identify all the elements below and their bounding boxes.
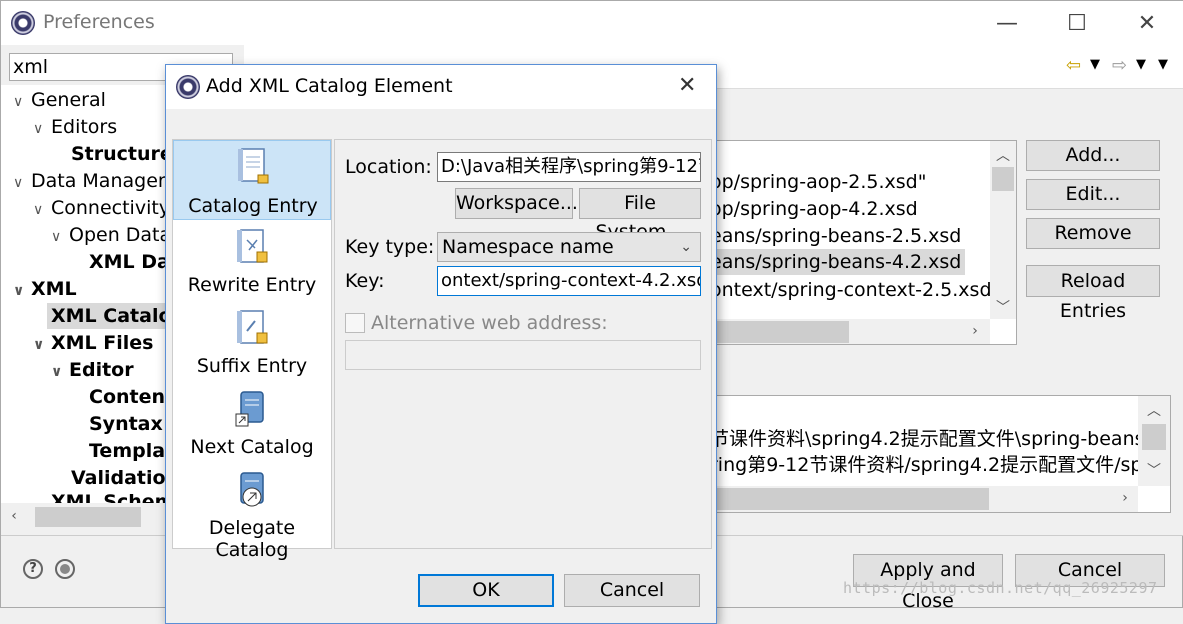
tree-item-editors[interactable]: ∨ Editors xyxy=(33,116,117,138)
tree-item-data-management[interactable]: ∨ Data Managem xyxy=(13,170,176,192)
title-bar: Preferences — ☐ ✕ xyxy=(1,1,1183,45)
list-item[interactable]: op/spring-aop-2.5.xsd" xyxy=(710,171,926,193)
next-catalog-icon xyxy=(235,391,264,427)
workspace-button[interactable]: Workspace... xyxy=(455,188,578,219)
location-label: Location: xyxy=(345,156,432,178)
palette-label: Rewrite Entry xyxy=(187,274,317,296)
back-icon[interactable]: ⇦ xyxy=(1066,55,1081,76)
palette-label: Catalog Entry xyxy=(188,195,318,217)
eclipse-icon xyxy=(11,11,35,35)
minimize-button[interactable]: — xyxy=(984,9,1030,39)
close-button[interactable]: ✕ xyxy=(1124,9,1170,39)
forward-menu-icon[interactable]: ▼ xyxy=(1136,57,1146,72)
palette-item-catalog-entry[interactable]: Catalog Entry xyxy=(173,140,331,220)
scroll-right-icon[interactable]: › xyxy=(1116,490,1134,506)
location-field[interactable]: D:\Java相关程序\spring第9-12节课件资料\spring4.2提示… xyxy=(437,152,701,182)
chevron-down-icon[interactable]: ∨ xyxy=(51,364,69,380)
catalog-entries-list[interactable]: op/spring-aop-2.5.xsd" op/spring-aop-4.2… xyxy=(701,140,1017,345)
palette-label: Suffix Entry xyxy=(196,355,308,377)
list-item[interactable]: op/spring-aop-4.2.xsd xyxy=(710,198,918,220)
palette-label: Delegate Catalog xyxy=(208,517,296,561)
help-icon[interactable]: ? xyxy=(23,559,43,579)
chevron-down-icon[interactable]: ∨ xyxy=(33,202,51,218)
scroll-thumb[interactable] xyxy=(992,167,1014,191)
tree-item-xml[interactable]: ∨ XML xyxy=(13,278,77,300)
ok-button[interactable]: OK xyxy=(418,574,554,607)
scroll-thumb[interactable] xyxy=(714,321,849,343)
scroll-thumb[interactable] xyxy=(1142,424,1166,450)
chevron-down-icon[interactable]: ∨ xyxy=(51,229,69,245)
palette-label: Next Catalog xyxy=(190,436,314,458)
chevron-down-icon[interactable]: ∨ xyxy=(13,283,31,299)
tree-item-connectivity[interactable]: ∨ Connectivity xyxy=(33,197,170,219)
chevron-down-icon[interactable]: ∨ xyxy=(13,94,31,110)
add-xml-catalog-element-dialog: Add XML Catalog Element ✕ Catalog Entry … xyxy=(165,64,717,624)
scroll-thumb[interactable] xyxy=(35,507,141,527)
scroll-down-icon[interactable]: ﹀ xyxy=(1145,460,1163,480)
alternative-web-address-label: Alternative web address: xyxy=(371,312,608,334)
scroll-thumb[interactable] xyxy=(714,488,989,510)
view-menu-icon[interactable]: ▼ xyxy=(1158,57,1168,72)
rewrite-entry-icon xyxy=(237,229,268,263)
details-line: 节课件资料\spring4.2提示配置文件\spring-beans-4 xyxy=(710,428,1164,450)
details-vscrollbar[interactable]: ︿ ﹀ xyxy=(1138,396,1170,486)
key-field[interactable]: ontext/spring-context-4.2.xsd xyxy=(437,266,701,296)
reload-entries-button[interactable]: Reload Entries xyxy=(1026,265,1160,322)
chevron-down-icon[interactable]: ∨ xyxy=(33,121,51,137)
dialog-cancel-button[interactable]: Cancel xyxy=(564,574,700,607)
palette-item-delegate-catalog[interactable]: Delegate Catalog xyxy=(173,465,331,561)
maximize-button[interactable]: ☐ xyxy=(1054,9,1100,39)
tree-item-validation[interactable]: Validation xyxy=(71,467,179,489)
forward-icon[interactable]: ⇨ xyxy=(1112,55,1127,76)
tree-item-open-data[interactable]: ∨ Open Data xyxy=(51,224,171,246)
scroll-up-icon[interactable]: ︿ xyxy=(994,145,1012,165)
remove-button[interactable]: Remove xyxy=(1026,218,1160,249)
list-item[interactable]: ontext/spring-context-2.5.xsd xyxy=(710,279,992,301)
alternative-web-address-field xyxy=(345,340,701,370)
list-item[interactable]: eans/spring-beans-2.5.xsd xyxy=(710,225,961,247)
palette-item-suffix-entry[interactable]: Suffix Entry xyxy=(173,303,331,383)
tree-item-xml-files[interactable]: ∨ XML Files xyxy=(33,332,153,354)
dialog-title-bar: Add XML Catalog Element ✕ xyxy=(166,65,716,109)
list-hscrollbar[interactable]: › xyxy=(702,319,990,344)
dialog-close-icon[interactable]: ✕ xyxy=(678,73,696,98)
element-type-palette: Catalog Entry Rewrite Entry Suffix Entry xyxy=(172,139,332,561)
alternative-web-address-checkbox[interactable] xyxy=(345,313,365,333)
suffix-entry-icon xyxy=(237,310,268,344)
chevron-down-icon[interactable]: ∨ xyxy=(33,337,51,353)
key-label: Key: xyxy=(345,270,385,292)
catalog-entry-icon xyxy=(238,148,269,184)
details-box[interactable]: 节课件资料\spring4.2提示配置文件\spring-beans-4 rin… xyxy=(701,395,1171,513)
scroll-up-icon[interactable]: ︿ xyxy=(1145,400,1163,420)
window-title: Preferences xyxy=(43,11,155,33)
file-system-button[interactable]: File System... xyxy=(579,188,701,243)
eclipse-icon xyxy=(176,75,200,99)
edit-button[interactable]: Edit... xyxy=(1026,179,1160,210)
entry-form: Location: D:\Java相关程序\spring第9-12节课件资料\s… xyxy=(334,139,712,549)
scroll-right-icon[interactable]: › xyxy=(966,323,984,339)
palette-item-next-catalog[interactable]: Next Catalog xyxy=(173,384,331,464)
back-menu-icon[interactable]: ▼ xyxy=(1090,57,1100,72)
tree-item-editor[interactable]: ∨ Editor xyxy=(51,359,134,381)
list-item-selected[interactable]: eans/spring-beans-4.2.xsd xyxy=(702,249,966,275)
chevron-down-icon: ⌄ xyxy=(680,239,692,255)
list-vscrollbar[interactable]: ︿ ﹀ xyxy=(990,141,1016,319)
scroll-left-icon[interactable]: ‹ xyxy=(5,508,23,524)
key-type-label: Key type: xyxy=(345,236,435,258)
delegate-catalog-icon xyxy=(240,472,264,507)
record-icon[interactable] xyxy=(55,559,75,579)
watermark: https://blog.csdn.net/qq_26925297 xyxy=(843,579,1158,597)
key-type-select[interactable]: Namespace name ⌄ xyxy=(437,232,701,262)
tree-item-content[interactable]: Content xyxy=(89,386,174,408)
details-line: ring第9-12节课件资料/spring4.2提示配置文件/spri xyxy=(710,454,1156,476)
tree-item-general[interactable]: ∨ General xyxy=(13,89,106,111)
palette-item-rewrite-entry[interactable]: Rewrite Entry xyxy=(173,222,331,302)
details-hscrollbar[interactable]: › xyxy=(702,486,1138,512)
scroll-down-icon[interactable]: ﹀ xyxy=(994,297,1012,317)
add-button[interactable]: Add... xyxy=(1026,140,1160,171)
chevron-down-icon[interactable]: ∨ xyxy=(13,175,31,191)
dialog-title: Add XML Catalog Element xyxy=(206,75,453,97)
